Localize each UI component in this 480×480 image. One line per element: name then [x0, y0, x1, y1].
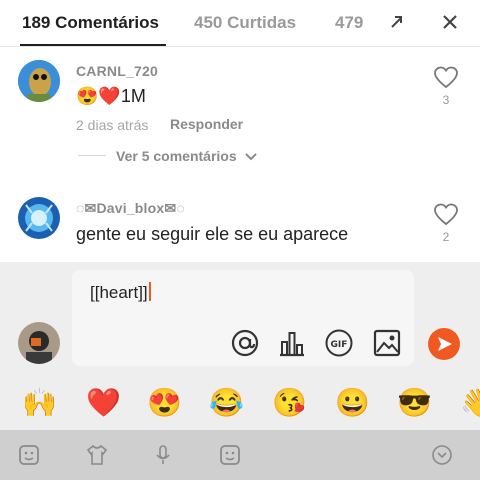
image-icon[interactable]	[372, 328, 402, 358]
send-button[interactable]	[428, 328, 460, 360]
text-caret	[148, 282, 151, 301]
avatar-carnl[interactable]	[18, 60, 60, 102]
shirt-icon[interactable]	[86, 444, 108, 466]
tab-third[interactable]: 479	[335, 13, 365, 33]
grinning-face-emoji[interactable]: 😀	[335, 386, 370, 420]
collapse-icon[interactable]	[386, 12, 406, 32]
heart-eyes-emoji[interactable]: 😍	[147, 386, 182, 420]
chevron-down-circle-icon[interactable]	[431, 444, 453, 466]
my-avatar	[18, 322, 60, 364]
like-heart-icon[interactable]	[433, 203, 459, 227]
comment-text: 😍❤️1M	[76, 86, 146, 107]
comment-text-suffix: 1M	[120, 86, 146, 106]
comment-username[interactable]: CARNL_720	[76, 63, 158, 79]
comment-username[interactable]: ◌✉Davi_blox✉◌	[76, 200, 185, 217]
sticker-icon[interactable]	[18, 444, 40, 466]
like-count: 2	[442, 230, 450, 244]
send-icon	[438, 337, 452, 351]
like-heart-icon[interactable]	[433, 66, 459, 90]
microphone-icon[interactable]	[152, 444, 174, 466]
divider	[78, 155, 106, 156]
heart-eyes-emoji: 😍	[76, 86, 99, 106]
chevron-down-icon	[244, 153, 257, 161]
comment-timestamp: 2 dias atrás	[76, 117, 149, 133]
emoji-icon[interactable]	[219, 444, 241, 466]
avatar-davi[interactable]	[18, 197, 60, 239]
reply-button[interactable]: Responder	[170, 116, 243, 132]
tab-comments[interactable]: 189 Comentários	[22, 13, 159, 33]
mention-icon[interactable]	[230, 328, 260, 358]
like-count: 3	[442, 93, 450, 107]
red-heart-emoji[interactable]: ❤️	[86, 386, 121, 420]
comments-sheet: 189 Comentários 450 Curtidas 479 CARNL_7…	[0, 0, 480, 262]
sunglasses-emoji[interactable]: 😎	[397, 386, 432, 420]
chart-icon[interactable]	[277, 328, 307, 358]
waving-hand-emoji[interactable]: 👋	[460, 386, 480, 420]
kissing-face-emoji[interactable]: 😘	[272, 386, 307, 420]
comment-input-value[interactable]: [[heart]]	[90, 282, 151, 303]
tab-bar: 189 Comentários 450 Curtidas 479	[0, 0, 480, 47]
input-text: [[heart]]	[90, 283, 148, 302]
active-tab-indicator	[20, 44, 166, 46]
view-replies-button[interactable]: Ver 5 comentários	[116, 148, 257, 164]
gif-icon[interactable]: GIF	[324, 328, 354, 358]
quick-emoji-row: 🙌 ❤️ 😍 😂 😘 😀 😎 👋	[0, 382, 480, 428]
comment-text: gente eu seguir ele se eu aparece	[76, 224, 349, 244]
svg-text:GIF: GIF	[331, 340, 348, 350]
red-heart-emoji: ❤️	[98, 86, 121, 106]
close-icon[interactable]	[440, 12, 460, 32]
raised-hands-emoji[interactable]: 🙌	[22, 386, 57, 420]
view-replies-label: Ver 5 comentários	[116, 148, 237, 164]
tab-likes[interactable]: 450 Curtidas	[194, 13, 296, 33]
tears-of-joy-emoji[interactable]: 😂	[209, 386, 244, 420]
